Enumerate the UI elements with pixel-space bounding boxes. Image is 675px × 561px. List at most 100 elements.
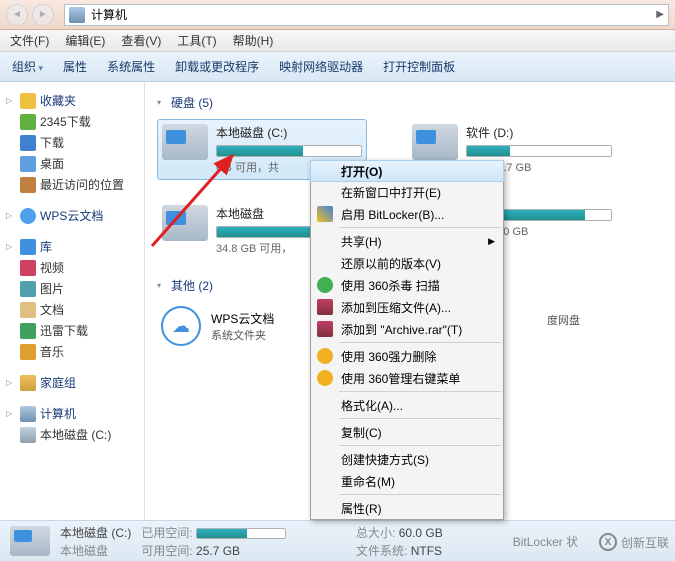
tb-uninstall[interactable]: 卸载或更改程序 bbox=[171, 56, 263, 77]
organize-button[interactable]: 组织 bbox=[8, 56, 47, 77]
rar-icon bbox=[317, 321, 333, 337]
drive-icon bbox=[412, 124, 458, 160]
context-item[interactable]: 添加到 "Archive.rar"(T) bbox=[311, 318, 503, 340]
status-drive-sub: 本地磁盘 bbox=[60, 542, 131, 559]
context-item[interactable]: 重命名(M) bbox=[311, 470, 503, 492]
toolbar: 组织 属性 系统属性 卸载或更改程序 映射网络驱动器 打开控制面板 bbox=[0, 52, 675, 82]
sidebar-item-music[interactable]: 音乐 bbox=[2, 341, 142, 362]
context-item[interactable]: 共享(H) ▶ bbox=[311, 230, 503, 252]
context-item-label: 添加到压缩文件(A)... bbox=[341, 299, 451, 316]
menu-help[interactable]: 帮助(H) bbox=[227, 30, 280, 51]
other-drive-partial[interactable]: 度网盘 bbox=[547, 302, 617, 350]
status-used-bar bbox=[196, 528, 286, 539]
sidebar-item-recent[interactable]: 最近访问的位置 bbox=[2, 174, 142, 195]
music-icon bbox=[20, 344, 36, 360]
context-item[interactable]: 还原以前的版本(V) bbox=[311, 252, 503, 274]
breadcrumb-arrow-icon[interactable]: ▶ bbox=[656, 9, 664, 20]
sidebar: ▷收藏夹 2345下载 下载 桌面 最近访问的位置 ▷WPS云文档 ▷库 视频 … bbox=[0, 82, 145, 520]
context-separator bbox=[339, 445, 501, 446]
address-bar[interactable]: 计算机 ▶ bbox=[64, 4, 669, 26]
menu-edit[interactable]: 编辑(E) bbox=[59, 30, 111, 51]
submenu-arrow-icon: ▶ bbox=[488, 236, 495, 247]
usage-bar bbox=[216, 145, 362, 157]
tb-properties[interactable]: 属性 bbox=[59, 56, 91, 77]
drives-header[interactable]: ▾硬盘 (5) bbox=[157, 94, 663, 111]
download-icon bbox=[20, 135, 36, 151]
library-icon bbox=[20, 239, 36, 255]
sidebar-item-2345[interactable]: 2345下载 bbox=[2, 111, 142, 132]
drive-icon bbox=[162, 205, 208, 241]
tb-control-panel[interactable]: 打开控制面板 bbox=[379, 56, 459, 77]
context-item-label: 使用 360强力删除 bbox=[341, 348, 436, 365]
sidebar-wps-cloud[interactable]: ▷WPS云文档 bbox=[2, 205, 142, 226]
menu-file[interactable]: 文件(F) bbox=[4, 30, 55, 51]
context-item-label: 使用 360杀毒 扫描 bbox=[341, 277, 440, 294]
context-item-label: 添加到 "Archive.rar"(T) bbox=[341, 321, 462, 338]
document-icon bbox=[20, 302, 36, 318]
sidebar-item-desktop[interactable]: 桌面 bbox=[2, 153, 142, 174]
nav-back-button[interactable]: ◄ bbox=[6, 4, 28, 26]
context-item[interactable]: 打开(O) bbox=[310, 160, 504, 182]
context-item[interactable]: 属性(R) bbox=[311, 497, 503, 519]
context-item-label: 复制(C) bbox=[341, 424, 382, 441]
sidebar-computer[interactable]: ▷计算机 bbox=[2, 403, 142, 424]
status-drive-name: 本地磁盘 (C:) bbox=[60, 524, 131, 541]
context-item-label: 共享(H) bbox=[341, 233, 382, 250]
context-item[interactable]: 复制(C) bbox=[311, 421, 503, 443]
usage-bar bbox=[466, 145, 612, 157]
sidebar-homegroup[interactable]: ▷家庭组 bbox=[2, 372, 142, 393]
context-item[interactable]: 创建快捷方式(S) bbox=[311, 448, 503, 470]
video-icon bbox=[20, 260, 36, 276]
sidebar-item-xunlei[interactable]: 迅雷下载 bbox=[2, 320, 142, 341]
context-item[interactable]: 使用 360杀毒 扫描 bbox=[311, 274, 503, 296]
sidebar-item-drive-c[interactable]: 本地磁盘 (C:) bbox=[2, 424, 142, 445]
cloud-icon bbox=[20, 208, 36, 224]
context-item-label: 格式化(A)... bbox=[341, 397, 403, 414]
titlebar: ◄ ► 计算机 ▶ bbox=[0, 0, 675, 30]
cloud-sub: 系统文件夹 bbox=[211, 327, 274, 343]
computer-icon bbox=[69, 7, 85, 23]
watermark: X创新互联 bbox=[599, 533, 669, 551]
context-item-label: 创建快捷方式(S) bbox=[341, 451, 429, 468]
menubar: 文件(F) 编辑(E) 查看(V) 工具(T) 帮助(H) bbox=[0, 30, 675, 52]
tb-map-drive[interactable]: 映射网络驱动器 bbox=[275, 56, 367, 77]
statusbar: 本地磁盘 (C:) 本地磁盘 已用空间: 可用空间: 25.7 GB 总大小: … bbox=[0, 520, 675, 561]
xunlei-icon bbox=[20, 323, 36, 339]
rar-icon bbox=[317, 299, 333, 315]
status-free-value: 25.7 GB bbox=[196, 544, 240, 558]
360m-icon bbox=[317, 370, 333, 386]
context-item-label: 属性(R) bbox=[341, 500, 382, 517]
menu-tools[interactable]: 工具(T) bbox=[171, 30, 222, 51]
sidebar-item-pictures[interactable]: 图片 bbox=[2, 278, 142, 299]
drive-name: 软件 (D:) bbox=[466, 124, 612, 141]
context-separator bbox=[339, 494, 501, 495]
sidebar-favorites[interactable]: ▷收藏夹 bbox=[2, 90, 142, 111]
context-item[interactable]: 格式化(A)... bbox=[311, 394, 503, 416]
nav-forward-button[interactable]: ► bbox=[32, 4, 54, 26]
context-item[interactable]: 启用 BitLocker(B)... bbox=[311, 203, 503, 225]
context-item[interactable]: 使用 360强力删除 bbox=[311, 345, 503, 367]
context-menu: 打开(O) 在新窗口中打开(E) 启用 BitLocker(B)... 共享(H) ▶ 还… bbox=[310, 160, 504, 520]
context-separator bbox=[339, 227, 501, 228]
drive-icon bbox=[20, 427, 36, 443]
context-separator bbox=[339, 342, 501, 343]
cloud-name: WPS云文档 bbox=[211, 310, 274, 327]
360m-icon bbox=[317, 348, 333, 364]
360-icon bbox=[317, 277, 333, 293]
context-item[interactable]: 使用 360管理右键菜单 bbox=[311, 367, 503, 389]
sidebar-libraries[interactable]: ▷库 bbox=[2, 236, 142, 257]
sidebar-item-downloads[interactable]: 下载 bbox=[2, 132, 142, 153]
status-total-value: 60.0 GB bbox=[399, 526, 443, 540]
context-item-label: 重命名(M) bbox=[341, 473, 395, 490]
sidebar-item-documents[interactable]: 文档 bbox=[2, 299, 142, 320]
drive-icon bbox=[10, 526, 50, 556]
tb-system-properties[interactable]: 系统属性 bbox=[103, 56, 159, 77]
context-item[interactable]: 在新窗口中打开(E) bbox=[311, 181, 503, 203]
menu-view[interactable]: 查看(V) bbox=[115, 30, 167, 51]
context-item-label: 在新窗口中打开(E) bbox=[341, 184, 441, 201]
context-item[interactable]: 添加到压缩文件(A)... bbox=[311, 296, 503, 318]
cloud-icon: ☁ bbox=[161, 306, 201, 346]
sidebar-item-video[interactable]: 视频 bbox=[2, 257, 142, 278]
context-separator bbox=[339, 391, 501, 392]
status-fs-value: NTFS bbox=[411, 544, 442, 558]
